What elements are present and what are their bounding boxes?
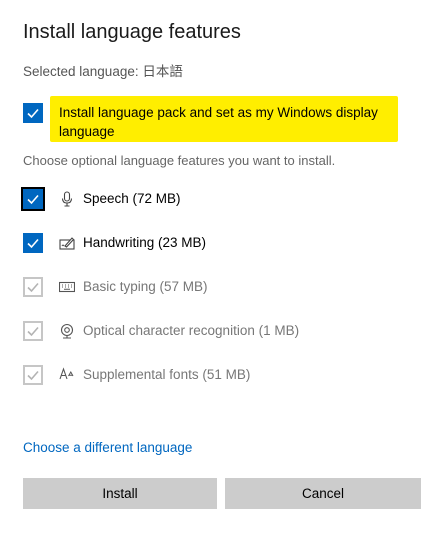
microphone-icon <box>61 191 73 207</box>
ocr-icon <box>60 323 74 339</box>
selected-language-value: 日本語 <box>142 64 183 80</box>
supplemental-fonts-label: Supplemental fonts (51 MB) <box>83 367 251 382</box>
ocr-label: Optical character recognition (1 MB) <box>83 323 300 338</box>
selected-language-label: Selected language: <box>23 64 139 79</box>
pen-icon <box>59 237 75 250</box>
cancel-button[interactable]: Cancel <box>225 478 421 509</box>
display-language-checkbox[interactable] <box>23 103 43 123</box>
checkmark-icon <box>27 194 39 205</box>
handwriting-checkbox[interactable] <box>23 233 43 253</box>
checkmark-icon <box>27 370 39 381</box>
feature-row-basic-typing: Basic typing (57 MB) <box>0 274 442 304</box>
choose-different-language-link[interactable]: Choose a different language <box>23 440 192 455</box>
feature-row-handwriting: Handwriting (23 MB) <box>0 230 442 260</box>
speech-label: Speech (72 MB) <box>83 191 181 206</box>
keyboard-icon <box>59 281 75 293</box>
checkmark-icon <box>27 326 39 337</box>
optional-features-heading: Choose optional language features you wa… <box>23 153 336 168</box>
checkmark-icon <box>27 282 39 293</box>
speech-checkbox[interactable] <box>21 187 45 211</box>
dialog-title: Install language features <box>23 21 241 43</box>
font-icon <box>59 367 74 380</box>
display-language-label: Install language pack and set as my Wind… <box>59 105 378 139</box>
feature-row-supplemental-fonts: Supplemental fonts (51 MB) <box>0 362 442 392</box>
basic-typing-checkbox[interactable] <box>23 277 43 297</box>
checkmark-icon <box>27 108 39 119</box>
selected-language: Selected language: 日本語 <box>23 60 183 80</box>
basic-typing-label: Basic typing (57 MB) <box>83 279 208 294</box>
feature-row-ocr: Optical character recognition (1 MB) <box>0 318 442 348</box>
supplemental-fonts-checkbox[interactable] <box>23 365 43 385</box>
feature-row-speech: Speech (72 MB) <box>0 186 442 216</box>
ocr-checkbox[interactable] <box>23 321 43 341</box>
install-button[interactable]: Install <box>23 478 217 509</box>
checkmark-icon <box>27 238 39 249</box>
handwriting-label: Handwriting (23 MB) <box>83 235 207 250</box>
